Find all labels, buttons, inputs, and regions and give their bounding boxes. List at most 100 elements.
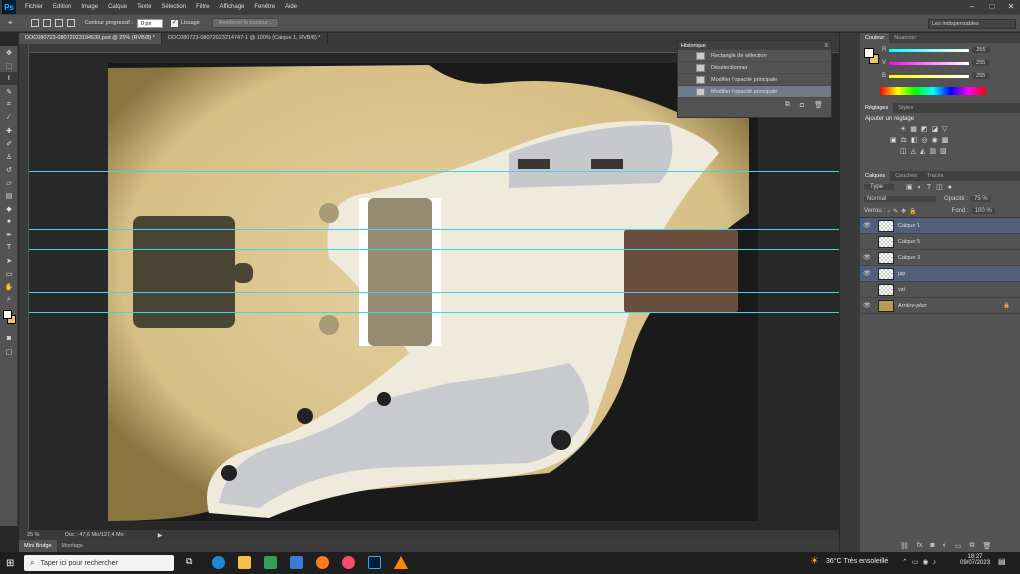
tab-mini-bridge[interactable]: Mini Bridge: [19, 540, 57, 552]
crop-tool-icon[interactable]: ⌗: [0, 98, 18, 111]
folder-icon[interactable]: ▭: [955, 542, 962, 550]
photoshop-taskbar-icon[interactable]: [368, 556, 381, 569]
lookup-icon[interactable]: ▩: [942, 136, 949, 144]
menu-fichier[interactable]: Fichier: [20, 4, 48, 10]
fill-field[interactable]: 100 %: [971, 208, 995, 214]
tab-styles[interactable]: Styles: [893, 103, 918, 113]
tab-reglages[interactable]: Réglages: [860, 103, 894, 113]
new-document-icon[interactable]: ⧉: [785, 101, 790, 109]
file-explorer-icon[interactable]: [238, 556, 251, 569]
layer-row[interactable]: Calque 5: [860, 234, 1020, 250]
bw-icon[interactable]: ◧: [911, 136, 918, 144]
history-item[interactable]: Modifier l'opacité principale: [678, 86, 831, 98]
minimize-icon[interactable]: –: [964, 0, 980, 14]
tab-doc-1[interactable]: DOC080723-08072023194539.psd @ 25% (RVB/…: [19, 33, 162, 44]
healing-brush-icon[interactable]: ✚: [0, 124, 18, 137]
tab-calques[interactable]: Calques: [860, 171, 891, 181]
workspace-select[interactable]: Les indispensables: [928, 19, 1016, 29]
tab-montage[interactable]: Montage: [57, 540, 88, 552]
guide-line[interactable]: [29, 292, 839, 293]
status-arrow-icon[interactable]: ▶: [158, 532, 163, 539]
new-selection-icon[interactable]: [30, 19, 39, 27]
path-select-icon[interactable]: ➤: [0, 254, 18, 267]
levels-icon[interactable]: ▦: [910, 125, 917, 133]
canvas[interactable]: [29, 53, 839, 530]
eraser-icon[interactable]: ▱: [0, 176, 18, 189]
lasso-tool-icon[interactable]: ⌖: [8, 18, 13, 28]
history-brush-icon[interactable]: ↺: [0, 163, 18, 176]
zoom-tool-icon[interactable]: ⌕: [0, 293, 18, 306]
photos-icon[interactable]: [264, 556, 277, 569]
weather-text[interactable]: 36°C Très ensoleillé: [826, 558, 888, 565]
menu-filtre[interactable]: Filtre: [191, 4, 214, 10]
layer-filter-select[interactable]: Type: [864, 184, 894, 190]
curves-icon[interactable]: ◩: [921, 125, 928, 133]
firefox-icon[interactable]: [316, 556, 329, 569]
guide-line[interactable]: [29, 249, 839, 250]
taskbar-search[interactable]: ⌕ Taper ici pour rechercher: [24, 555, 174, 571]
contour-field[interactable]: 0 px: [136, 18, 163, 28]
task-view-icon[interactable]: ⧉: [186, 556, 199, 569]
guide-line[interactable]: [29, 312, 839, 313]
notification-icon[interactable]: ▤: [998, 557, 1006, 566]
menu-texte[interactable]: Texte: [132, 4, 156, 10]
eye-icon[interactable]: 👁: [860, 222, 874, 229]
edge-icon[interactable]: [212, 556, 225, 569]
eyedropper-icon[interactable]: ⁄: [0, 111, 18, 124]
panel-menu-icon[interactable]: ≡: [824, 43, 828, 49]
color-swatches[interactable]: [0, 306, 17, 332]
tab-traces[interactable]: Tracés: [922, 171, 949, 181]
gradient-map-icon[interactable]: ▥: [929, 147, 936, 155]
layer-row[interactable]: 👁 jap: [860, 266, 1020, 282]
type-tool-icon[interactable]: T: [0, 241, 18, 254]
mail-icon[interactable]: [290, 556, 303, 569]
exposure-icon[interactable]: ◪: [932, 125, 939, 133]
threshold-icon[interactable]: ◭: [920, 147, 925, 155]
slider-b[interactable]: B 255: [882, 73, 990, 79]
vibrance-icon[interactable]: ▽: [942, 125, 947, 133]
fx-icon[interactable]: fx: [917, 542, 922, 550]
menu-edition[interactable]: Edition: [48, 4, 76, 10]
mixer-icon[interactable]: ◉: [932, 136, 938, 144]
rectangle-tool-icon[interactable]: ▭: [0, 267, 18, 280]
color-spectrum[interactable]: [880, 87, 986, 95]
posterize-icon[interactable]: ◬: [911, 147, 916, 155]
layer-row[interactable]: vst: [860, 282, 1020, 298]
trash-icon[interactable]: 🗑: [814, 101, 823, 109]
mask-icon[interactable]: ◙: [930, 542, 934, 550]
vlc-icon[interactable]: [394, 556, 408, 569]
adjustment-icon[interactable]: ◐: [943, 542, 947, 550]
hue-icon[interactable]: ▣: [890, 136, 897, 144]
filter-icons[interactable]: ▣◐T◫●: [906, 183, 957, 191]
layer-row[interactable]: 👁 Calque 3: [860, 250, 1020, 266]
zoom-level[interactable]: 25 %: [27, 532, 45, 538]
brightness-icon[interactable]: ☀: [900, 125, 906, 133]
quick-mask-icon[interactable]: ◙: [0, 332, 18, 345]
foreground-color[interactable]: [3, 310, 12, 319]
tab-nuancier[interactable]: Nuancier: [889, 33, 921, 43]
gradient-tool-icon[interactable]: ▤: [0, 189, 18, 202]
eye-icon[interactable]: 👁: [860, 302, 874, 309]
close-icon[interactable]: ✕: [1003, 0, 1019, 14]
itunes-icon[interactable]: [342, 556, 355, 569]
move-tool-icon[interactable]: ✥: [0, 46, 18, 59]
guide-line[interactable]: [29, 229, 839, 230]
eye-icon[interactable]: 👁: [860, 254, 874, 261]
add-selection-icon[interactable]: [42, 19, 51, 27]
tab-couches[interactable]: Couches: [890, 171, 922, 181]
eye-icon[interactable]: 👁: [860, 270, 874, 277]
history-item[interactable]: Modifier l'opacité principale: [678, 74, 831, 86]
lock-icons[interactable]: ▫✎✥🔒: [888, 208, 920, 215]
trash-icon[interactable]: 🗑: [982, 542, 991, 550]
fg-color-swatch[interactable]: [864, 48, 874, 58]
menu-calque[interactable]: Calque: [103, 4, 132, 10]
windows-start-icon[interactable]: ⊞: [6, 558, 14, 569]
brush-tool-icon[interactable]: ✐: [0, 137, 18, 150]
camera-icon[interactable]: ◘: [800, 102, 804, 109]
hand-tool-icon[interactable]: ✋: [0, 280, 18, 293]
link-icon[interactable]: ⛓: [900, 542, 909, 550]
menu-fenetre[interactable]: Fenêtre: [249, 4, 280, 10]
subtract-selection-icon[interactable]: [54, 19, 63, 27]
layer-row[interactable]: 👁 Calque 1: [860, 218, 1020, 234]
lasso-tool-icon[interactable]: ℓ: [0, 72, 18, 85]
